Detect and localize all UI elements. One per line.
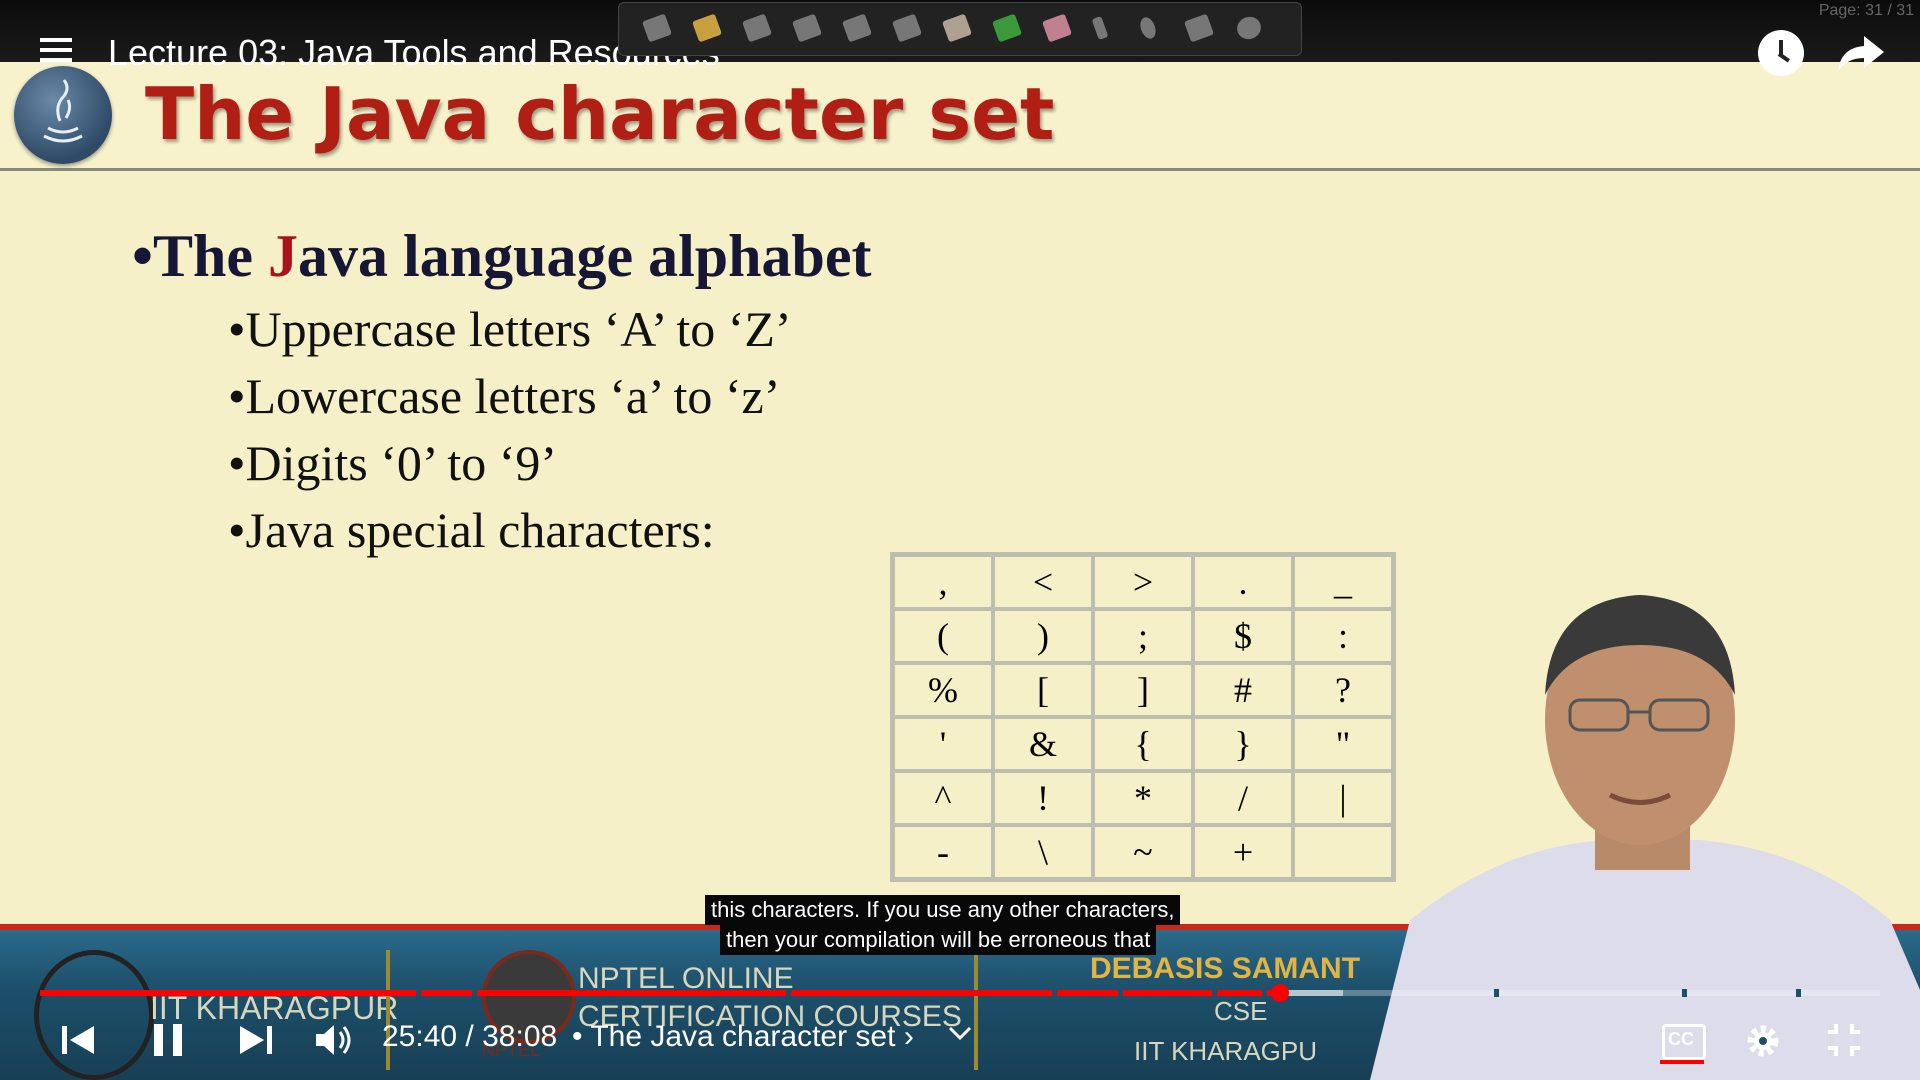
chapter-marker xyxy=(1494,989,1499,997)
caption-line-2: then your compilation will be erroneous … xyxy=(720,925,1157,955)
table-cell: ^ xyxy=(893,771,993,825)
bullet-list: •Uppercase letters ‘A’ to ‘Z’ •Lowercase… xyxy=(228,296,792,564)
chapter-marker xyxy=(1052,989,1057,997)
table-cell: ) xyxy=(993,609,1093,663)
table-row: ' & { } " xyxy=(893,717,1393,771)
highlighter-tool-icon xyxy=(841,13,873,43)
table-cell: . xyxy=(1193,555,1293,609)
pause-icon[interactable] xyxy=(152,1022,184,1058)
table-row: ( ) ; $ : xyxy=(893,609,1393,663)
presenter-name: DEBASIS SAMANT xyxy=(1090,952,1361,985)
menu-icon[interactable] xyxy=(40,38,72,62)
table-cell: < xyxy=(993,555,1093,609)
bullet-item: •Lowercase letters ‘a’ to ‘z’ xyxy=(228,368,781,424)
banner-divider xyxy=(974,950,978,1070)
table-cell: - xyxy=(893,825,993,879)
eraser-tool-icon xyxy=(1041,13,1073,43)
chevron-down-icon[interactable] xyxy=(946,1024,974,1044)
special-characters-table: , < > . _ ( ) ; $ : % [ ] # ? ' & { } " xyxy=(890,552,1396,882)
chapter-button[interactable]: • The Java character set › xyxy=(572,1020,914,1054)
gear-icon[interactable] xyxy=(1744,1022,1782,1060)
table-cell: ] xyxy=(1093,663,1193,717)
duration: 38:08 xyxy=(482,1020,558,1053)
table-cell: ~ xyxy=(1093,825,1193,879)
table-cell: } xyxy=(1193,717,1293,771)
bullet-item: •Digits ‘0’ to ‘9’ xyxy=(228,435,558,491)
table-cell: & xyxy=(993,717,1093,771)
chapter-marker xyxy=(1212,989,1217,997)
table-cell: ! xyxy=(993,771,1093,825)
chapter-marker xyxy=(416,989,421,997)
pointer-tool-icon xyxy=(1091,15,1109,41)
pen-tool-icon xyxy=(641,13,673,43)
annotation-toolbar xyxy=(618,2,1302,56)
chapter-marker xyxy=(786,989,791,997)
page-indicator: Page: 31 / 31 xyxy=(1818,2,1914,19)
table-row: % [ ] # ? xyxy=(893,663,1393,717)
table-cell: ; xyxy=(1093,609,1193,663)
chapter-marker xyxy=(1796,989,1801,997)
table-cell: , xyxy=(893,555,993,609)
table-cell: > xyxy=(1093,555,1193,609)
exit-fullscreen-icon[interactable] xyxy=(1826,1022,1862,1058)
share-icon[interactable] xyxy=(1836,30,1886,76)
heading-bullet: • xyxy=(132,223,154,289)
presenter-figure xyxy=(1370,595,1920,1080)
cc-active-indicator xyxy=(1660,1060,1704,1064)
clock-icon[interactable] xyxy=(1758,30,1804,76)
chapter-marker xyxy=(1262,989,1267,997)
table-cell: # xyxy=(1193,663,1293,717)
table-cell: \ xyxy=(993,825,1093,879)
table-row: - \ ~ + xyxy=(893,825,1393,879)
bullet-item: •Uppercase letters ‘A’ to ‘Z’ xyxy=(228,301,792,357)
table-row: , < > . _ xyxy=(893,555,1393,609)
close-tool-icon xyxy=(1233,13,1265,43)
heading-highlight: J xyxy=(268,223,299,289)
time-separator: / xyxy=(465,1020,474,1053)
table-cell: ' xyxy=(893,717,993,771)
table-cell: ( xyxy=(893,609,993,663)
keyboard-tool-icon xyxy=(891,13,923,43)
caption-line-1: this characters. If you use any other ch… xyxy=(705,895,1181,925)
presenter-department: CSE xyxy=(1214,996,1268,1026)
previous-icon[interactable] xyxy=(62,1024,96,1056)
table-cell: + xyxy=(1193,825,1293,879)
pencil-tool-icon xyxy=(941,13,973,43)
time-display: 25:40 / 38:08 xyxy=(382,1020,557,1054)
chapter-marker xyxy=(1118,989,1123,997)
next-icon[interactable] xyxy=(238,1024,272,1056)
current-time: 25:40 xyxy=(382,1020,458,1053)
clear-tool-icon xyxy=(1183,13,1215,43)
table-cell: { xyxy=(1093,717,1193,771)
chapter-marker xyxy=(472,989,477,997)
presenter-institute: IIT KHARAGPU xyxy=(1134,1036,1318,1066)
document-tool-icon xyxy=(741,13,773,43)
dots-tool-icon xyxy=(1137,15,1159,41)
progress-played xyxy=(40,990,1281,996)
chapter-title: The Java character set xyxy=(590,1020,896,1053)
slide-title: The Java character set xyxy=(145,72,1055,156)
slide-heading: •The Java language alphabet xyxy=(132,222,871,291)
volume-icon[interactable] xyxy=(314,1022,354,1058)
table-cell: $ xyxy=(1193,609,1293,663)
iit-emblem xyxy=(34,950,154,1080)
chapter-marker xyxy=(1682,989,1687,997)
cc-icon[interactable]: CC xyxy=(1662,1024,1706,1060)
table-cell: / xyxy=(1193,771,1293,825)
table-cell: [ xyxy=(993,663,1093,717)
chapter-arrow-icon: › xyxy=(903,1020,914,1053)
table-cell: * xyxy=(1093,771,1193,825)
green-pen-tool-icon xyxy=(991,13,1023,43)
bullet-item: •Java special characters: xyxy=(228,502,715,558)
java-logo xyxy=(14,66,112,164)
marker-tool-icon xyxy=(791,13,823,43)
folder-tool-icon xyxy=(691,13,723,43)
table-cell: % xyxy=(893,663,993,717)
heading-start: The xyxy=(153,223,269,289)
heading-rest: ava language alphabet xyxy=(298,223,872,289)
table-row: ^ ! * / | xyxy=(893,771,1393,825)
chapter-bullet: • xyxy=(572,1020,583,1053)
